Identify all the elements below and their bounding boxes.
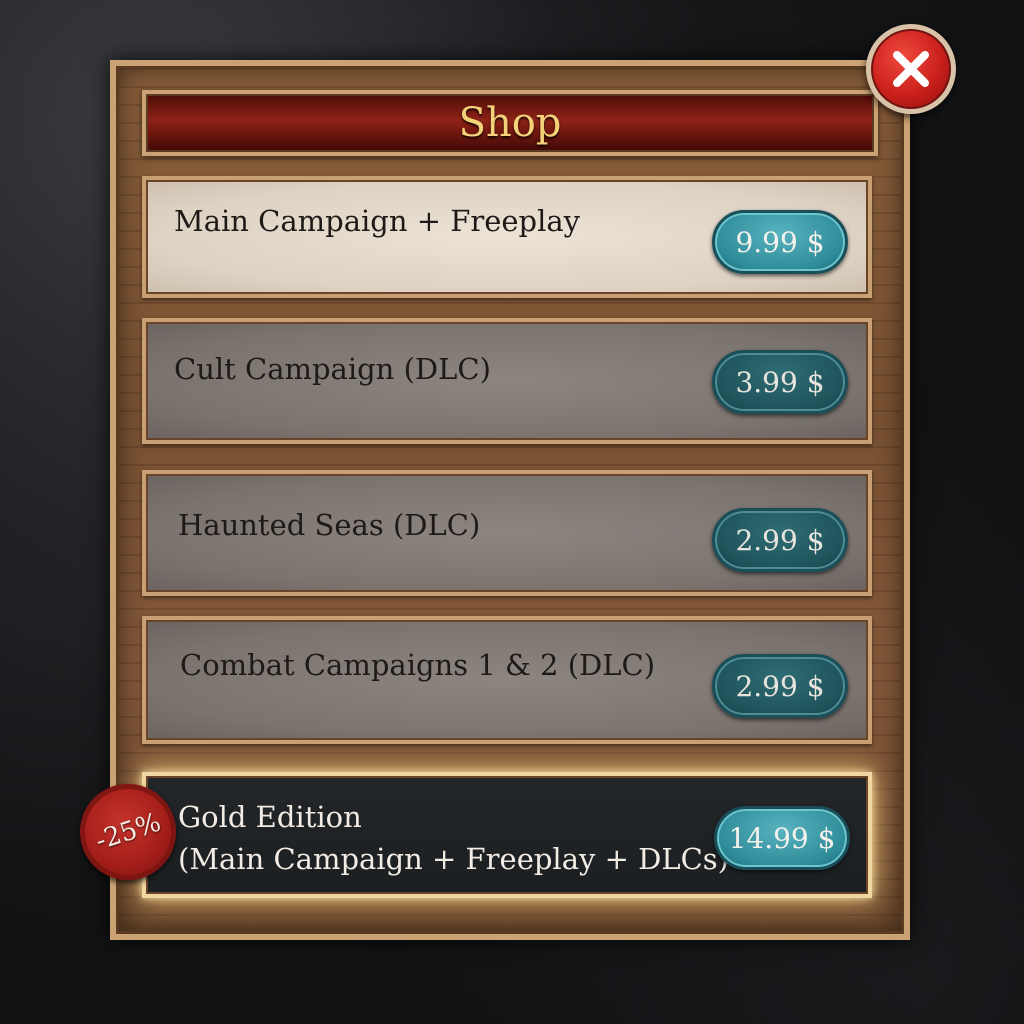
discount-seal: -25% [80,784,176,880]
close-button[interactable] [866,24,956,114]
price-button[interactable]: 2.99 $ [712,654,848,718]
price-button[interactable]: 2.99 $ [712,508,848,572]
price-button[interactable]: 14.99 $ [714,806,850,870]
item-label: Cult Campaign (DLC) [174,352,491,386]
item-label-line2: (Main Campaign + Freeplay + DLCs) [178,842,729,876]
price-label: 3.99 $ [735,365,825,399]
discount-label: -25% [91,807,165,857]
shop-item-combat-campaigns[interactable]: Combat Campaigns 1 & 2 (DLC) 2.99 $ [142,616,872,744]
price-label: 2.99 $ [735,523,825,557]
price-button[interactable]: 9.99 $ [712,210,848,274]
price-label: 9.99 $ [735,225,825,259]
shop-item-cult-campaign[interactable]: Cult Campaign (DLC) 3.99 $ [142,318,872,444]
item-label-line1: Gold Edition [178,800,362,834]
shop-item-main-campaign[interactable]: Main Campaign + Freeplay 9.99 $ [142,176,872,298]
shop-item-haunted-seas[interactable]: Haunted Seas (DLC) 2.99 $ [142,470,872,596]
price-button[interactable]: 3.99 $ [712,350,848,414]
price-label: 2.99 $ [735,669,825,703]
item-label: Main Campaign + Freeplay [174,204,581,238]
shop-item-gold-edition[interactable]: Gold Edition (Main Campaign + Freeplay +… [142,772,872,898]
item-label: Haunted Seas (DLC) [178,508,481,542]
item-label: Gold Edition (Main Campaign + Freeplay +… [178,796,729,880]
shop-title-bar: Shop [142,90,878,156]
close-x-icon [893,51,929,87]
shop-title: Shop [458,100,562,146]
price-label: 14.99 $ [728,821,836,855]
item-label: Combat Campaigns 1 & 2 (DLC) [180,648,656,682]
